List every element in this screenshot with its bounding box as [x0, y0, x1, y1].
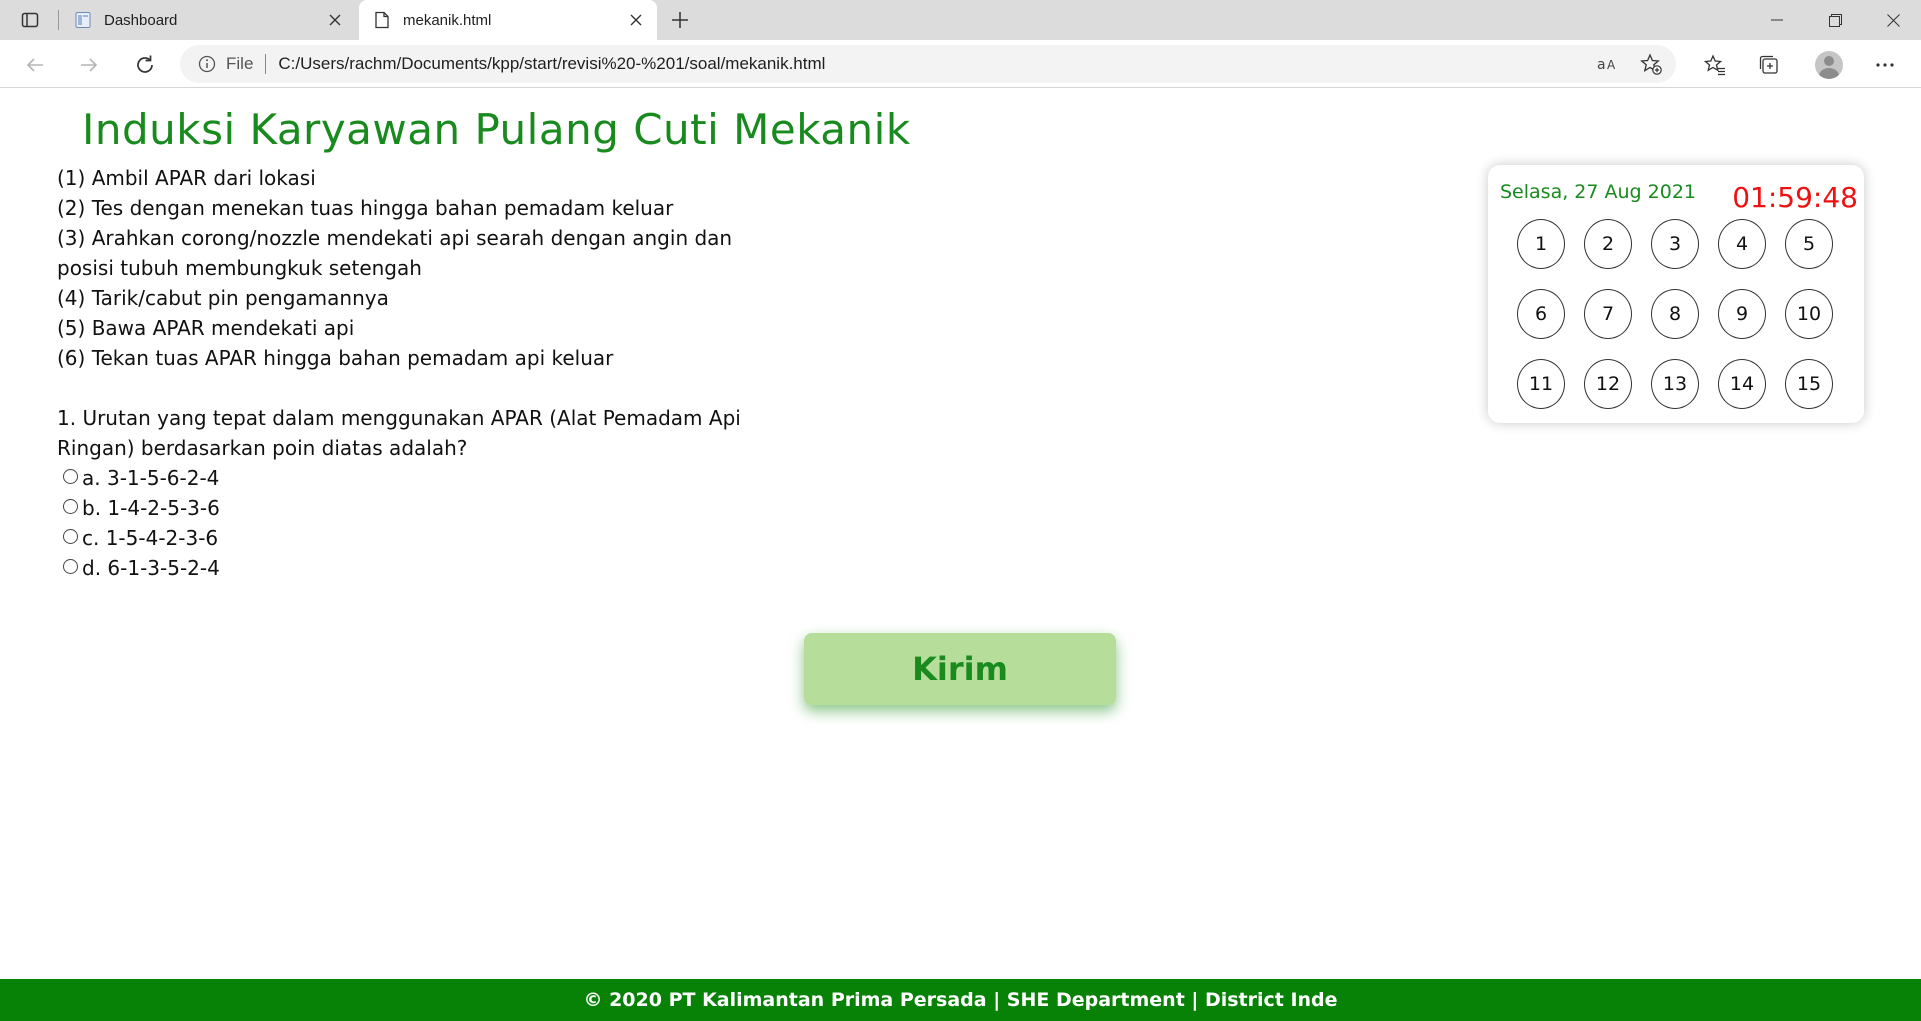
- address-bar[interactable]: File C:/Users/rachm/Documents/kpp/start/…: [180, 45, 1676, 83]
- new-tab-plus-icon[interactable]: [666, 6, 694, 34]
- option-label: d. 6-1-3-5-2-4: [82, 556, 220, 580]
- svg-text:A: A: [1607, 58, 1616, 72]
- option-label: c. 1-5-4-2-3-6: [82, 526, 219, 550]
- question-number-button[interactable]: 3: [1651, 219, 1699, 269]
- option-label: a. 3-1-5-6-2-4: [82, 466, 220, 490]
- question-number-button[interactable]: 12: [1584, 359, 1632, 409]
- page-title: Induksi Karyawan Pulang Cuti Mekanik: [82, 105, 911, 154]
- window-close-icon[interactable]: [1864, 0, 1921, 40]
- favorites-icon[interactable]: [1698, 48, 1732, 82]
- answer-option-a[interactable]: a. 3-1-5-6-2-4: [63, 463, 220, 493]
- question-number-button[interactable]: 11: [1517, 359, 1565, 409]
- question-number-button[interactable]: 15: [1785, 359, 1833, 409]
- read-aloud-icon[interactable]: aA: [1592, 47, 1626, 81]
- collections-icon[interactable]: [1752, 48, 1786, 82]
- question-number-button[interactable]: 8: [1651, 289, 1699, 339]
- tab-title: mekanik.html: [403, 11, 492, 29]
- answer-options: a. 3-1-5-6-2-4 b. 1-4-2-5-3-6 c. 1-5-4-2…: [63, 463, 220, 583]
- question-number-button[interactable]: 6: [1517, 289, 1565, 339]
- option-label: b. 1-4-2-5-3-6: [82, 496, 220, 520]
- answer-option-d[interactable]: d. 6-1-3-5-2-4: [63, 553, 220, 583]
- answer-option-c[interactable]: c. 1-5-4-2-3-6: [63, 523, 220, 553]
- page-footer: © 2020 PT Kalimantan Prima Persada | SHE…: [0, 979, 1921, 1021]
- page-favicon-icon: [74, 11, 92, 29]
- question-number-button[interactable]: 5: [1785, 219, 1833, 269]
- add-favorite-icon[interactable]: [1634, 47, 1668, 81]
- close-icon[interactable]: [623, 7, 649, 33]
- question-number-button[interactable]: 2: [1584, 219, 1632, 269]
- avatar: [1815, 51, 1843, 79]
- tab-title: Dashboard: [104, 11, 178, 29]
- address-scheme-label: File: [226, 54, 254, 73]
- back-arrow-icon[interactable]: [20, 50, 50, 80]
- file-icon: [373, 11, 391, 29]
- browser-tab-bar: Dashboard mekanik.html: [0, 0, 1921, 40]
- question-number-button[interactable]: 13: [1651, 359, 1699, 409]
- instruction-item: (4) Tarik/cabut pin pengamannya: [57, 286, 389, 310]
- restore-icon[interactable]: [1806, 0, 1864, 40]
- radio-button[interactable]: [63, 558, 78, 574]
- question-number-button[interactable]: 4: [1718, 219, 1766, 269]
- instruction-item: (1) Ambil APAR dari lokasi: [57, 166, 316, 190]
- forward-arrow-icon[interactable]: [74, 50, 104, 80]
- svg-text:a: a: [1597, 57, 1606, 73]
- instruction-item: (2) Tes dengan menekan tuas hingga bahan…: [57, 196, 674, 220]
- instruction-item: (5) Bawa APAR mendekati api: [57, 316, 355, 340]
- current-date: Selasa, 27 Aug 2021: [1500, 181, 1697, 203]
- answer-option-b[interactable]: b. 1-4-2-5-3-6: [63, 493, 220, 523]
- minimize-icon[interactable]: [1748, 0, 1806, 40]
- browser-toolbar: File C:/Users/rachm/Documents/kpp/start/…: [0, 40, 1921, 88]
- radio-button[interactable]: [63, 528, 78, 544]
- question-text: 1. Urutan yang tepat dalam menggunakan A…: [57, 406, 741, 460]
- submit-button[interactable]: Kirim: [804, 633, 1116, 705]
- countdown-timer: 01:59:48: [1732, 181, 1858, 214]
- tab-actions-icon[interactable]: [18, 8, 42, 32]
- address-divider: [265, 54, 267, 74]
- close-icon[interactable]: [322, 7, 348, 33]
- question-navigator-panel: Selasa, 27 Aug 2021 01:59:48 1 2 3 4 5 6…: [1488, 165, 1864, 423]
- question-number-button[interactable]: 10: [1785, 289, 1833, 339]
- info-icon[interactable]: [196, 53, 218, 75]
- address-url[interactable]: C:/Users/rachm/Documents/kpp/start/revis…: [278, 54, 1592, 74]
- tab-mekanik[interactable]: mekanik.html: [359, 0, 657, 40]
- question-number-button[interactable]: 1: [1517, 219, 1565, 269]
- radio-button[interactable]: [63, 468, 78, 484]
- instruction-item: (3) Arahkan corong/nozzle mendekati api …: [57, 226, 733, 280]
- instruction-item: (6) Tekan tuas APAR hingga bahan pemadam…: [57, 346, 614, 370]
- reload-icon[interactable]: [130, 50, 160, 80]
- tab-separator: [58, 10, 59, 30]
- page-content: Induksi Karyawan Pulang Cuti Mekanik (1)…: [0, 89, 1921, 1021]
- profile-avatar-icon[interactable]: [1812, 48, 1846, 82]
- instruction-list: (1) Ambil APAR dari lokasi (2) Tes denga…: [57, 163, 777, 373]
- question-number-button[interactable]: 9: [1718, 289, 1766, 339]
- more-options-icon[interactable]: [1868, 48, 1902, 82]
- question-number-button[interactable]: 14: [1718, 359, 1766, 409]
- radio-button[interactable]: [63, 498, 78, 514]
- question-number-grid: 1 2 3 4 5 6 7 8 9 10 11 12 13 14 15: [1517, 219, 1833, 409]
- question-number-button[interactable]: 7: [1584, 289, 1632, 339]
- tab-dashboard[interactable]: Dashboard: [60, 0, 356, 40]
